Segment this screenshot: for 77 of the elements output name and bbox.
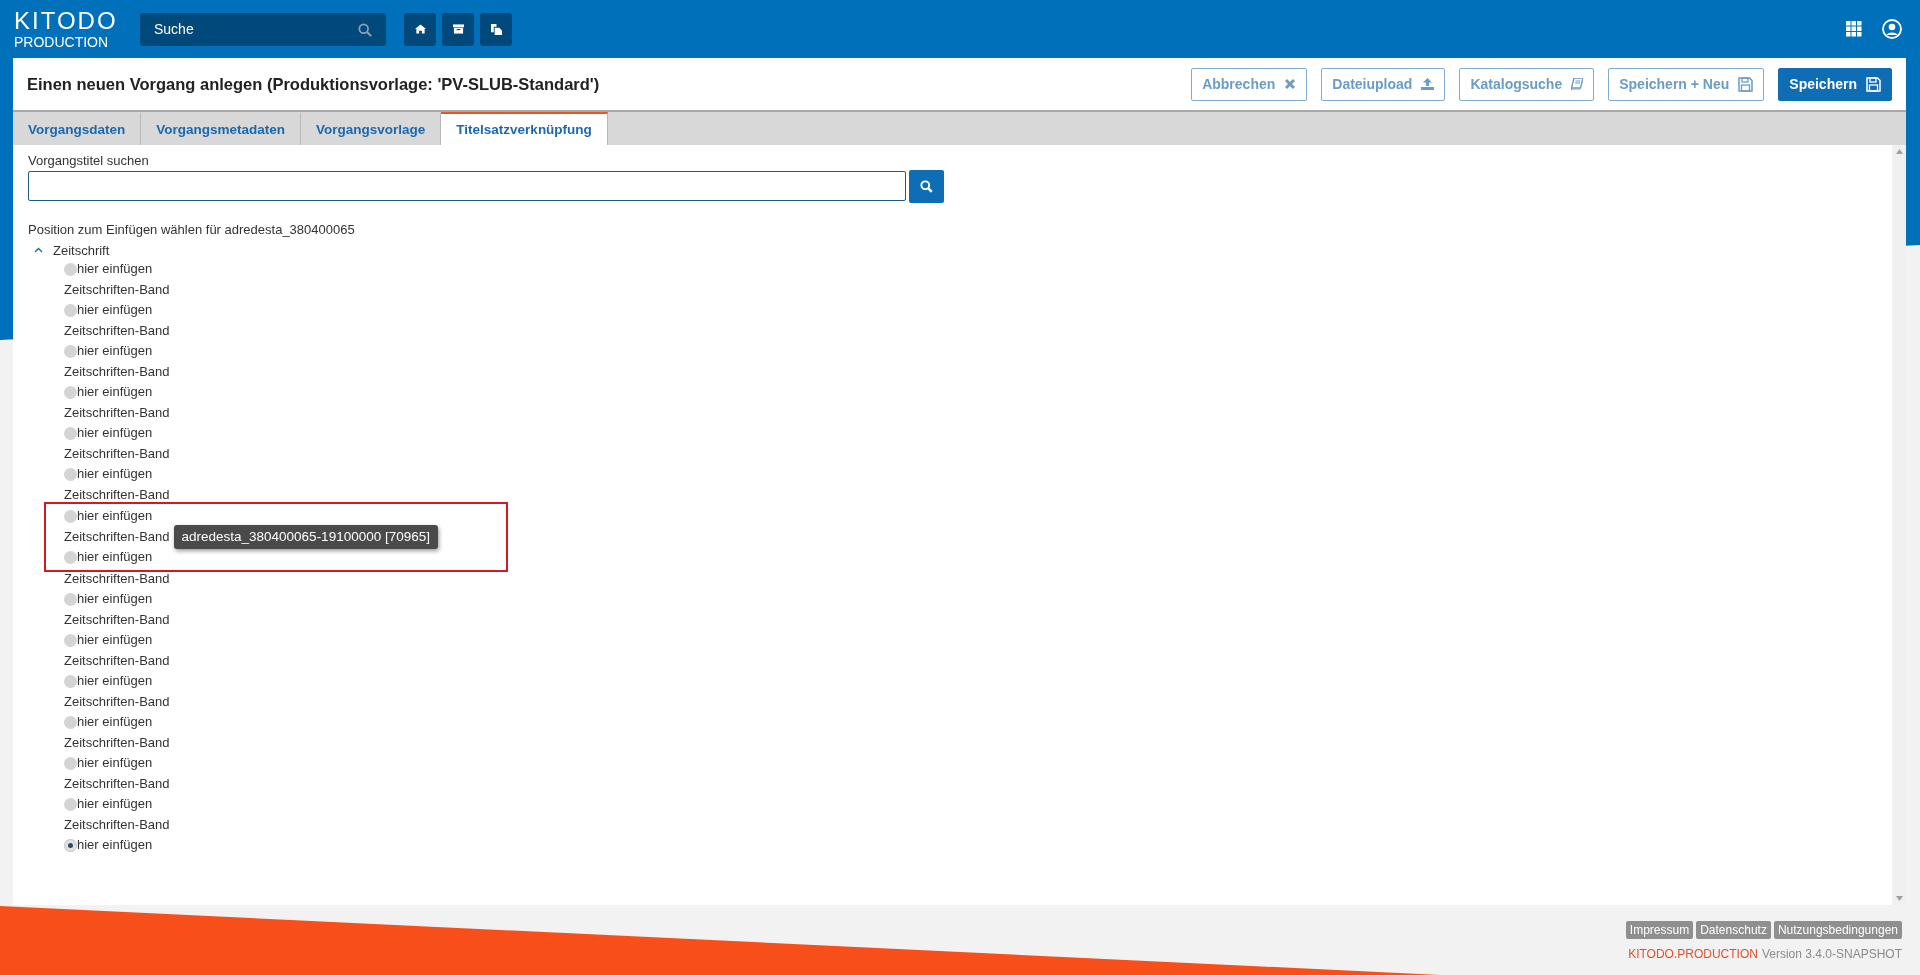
book-icon [1571, 78, 1584, 90]
radio-button[interactable] [64, 756, 77, 770]
insert-option[interactable]: hier einfügen [64, 835, 153, 856]
tree-item-label: Zeitschriften-Band [64, 486, 170, 502]
insert-option[interactable]: hier einfügen [64, 630, 153, 651]
upload-icon [1421, 78, 1435, 90]
tree-item-label: Zeitschriften-Band [64, 363, 170, 379]
copy-icon [490, 23, 502, 35]
tab[interactable]: Vorgangsmetadaten [141, 112, 302, 145]
tree-item-label: Zeitschriften-Band [64, 570, 170, 586]
user-icon[interactable] [1882, 19, 1902, 39]
scroll-down-icon [1895, 896, 1903, 901]
home-icon [414, 24, 426, 34]
collapse-toggle[interactable] [34, 247, 43, 253]
radio-button[interactable] [64, 838, 77, 852]
tree-item-label: Zeitschriften-Band [64, 445, 170, 461]
search-icon [920, 180, 933, 193]
radio-button[interactable] [64, 303, 77, 317]
search-field[interactable]: Suche [140, 12, 386, 46]
tree-item-label: Zeitschriften-Band [64, 528, 170, 544]
insert-option[interactable]: hier einfügen [64, 753, 153, 774]
tree-caption: Position zum Einfügen wählen für adredesta_380400065 [28, 221, 355, 239]
tree-item-label: Zeitschriften-Band [64, 611, 170, 627]
version-text: Version 3.4.0-SNAPSHOT [1761, 947, 1902, 961]
insert-option[interactable]: hier einfügen [64, 382, 153, 403]
title-search-field[interactable] [28, 171, 906, 201]
tab[interactable]: Titelsatzverknüpfung [441, 112, 608, 145]
insert-option[interactable]: hier einfügen [64, 341, 153, 362]
radio-button[interactable] [64, 426, 77, 440]
tree-item-label: Zeitschriften-Band [64, 775, 170, 791]
tree-item-label: Zeitschriften-Band [64, 816, 170, 832]
radio-button[interactable] [64, 262, 77, 276]
radio-button[interactable] [64, 715, 77, 729]
insert-option[interactable]: hier einfügen [64, 794, 153, 815]
brand-name: KITODO.PRODUCTION [1628, 947, 1758, 961]
tree-item-label: Zeitschriften-Band [64, 404, 170, 420]
field-label: Vorgangstitel suchen [28, 153, 149, 169]
scroll-up-icon [1895, 149, 1903, 154]
tooltip: adredesta_380400065-19100000 [70965] [173, 524, 438, 549]
page-title: Einen neuen Vorgang anlegen (Produktionsvorlage: 'PV-SLUB-Standard') [27, 74, 600, 94]
insert-option[interactable]: hier einfügen [64, 259, 153, 280]
insert-option[interactable]: hier einfügen [64, 712, 153, 733]
apps-grid-icon[interactable] [1846, 21, 1862, 37]
insert-option[interactable]: hier einfügen [64, 300, 153, 321]
tree-item-label: Zeitschriften-Band [64, 281, 170, 297]
insert-option[interactable]: hier einfügen [64, 423, 153, 444]
radio-button[interactable] [64, 633, 77, 647]
insert-option[interactable]: hier einfügen [64, 589, 153, 610]
radio-button[interactable] [64, 592, 77, 606]
home-button[interactable] [404, 12, 436, 46]
search-icon [358, 22, 372, 37]
box-icon [452, 24, 464, 34]
radio-button[interactable] [64, 797, 77, 811]
save-button[interactable]: Speichern [1778, 67, 1892, 101]
tree-node-label[interactable]: Zeitschrift [53, 242, 110, 258]
close-icon [1284, 78, 1297, 90]
search-button[interactable] [909, 170, 944, 203]
radio-button[interactable] [64, 550, 77, 564]
radio-button[interactable] [64, 344, 77, 358]
tree-item-label: Zeitschriften-Band [64, 734, 170, 750]
tab[interactable]: Vorgangsdaten [13, 112, 142, 145]
insert-option[interactable]: hier einfügen [64, 671, 153, 692]
radio-button[interactable] [64, 467, 77, 481]
insert-option[interactable]: hier einfügen [64, 547, 153, 568]
radio-button[interactable] [64, 509, 77, 523]
archive-button[interactable] [442, 12, 474, 46]
insert-option[interactable]: hier einfügen [64, 464, 153, 485]
tree-item-label: Zeitschriften-Band [64, 652, 170, 668]
caret-up-icon [34, 247, 43, 253]
insert-option[interactable]: hier einfügen [64, 506, 153, 527]
copy-button[interactable] [480, 12, 512, 46]
radio-button[interactable] [64, 385, 77, 399]
tree-item-label: Zeitschriften-Band [64, 693, 170, 709]
logo-subtitle: PRODUCTION [14, 35, 110, 49]
tree-item-label: Zeitschriften-Band [64, 322, 170, 338]
radio-button[interactable] [64, 674, 77, 688]
logo-text: KITODO [14, 9, 114, 33]
